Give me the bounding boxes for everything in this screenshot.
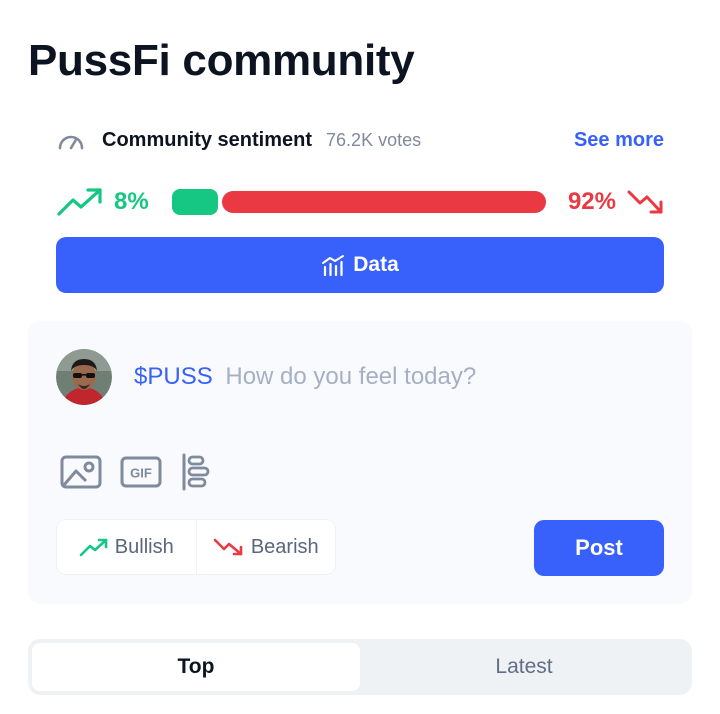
tab-latest[interactable]: Latest: [360, 643, 688, 691]
svg-text:GIF: GIF: [130, 466, 152, 481]
bullish-percent: 8%: [114, 188, 149, 215]
post-placeholder: How do you feel today?: [225, 363, 477, 390]
sentiment-bar: [172, 187, 546, 217]
trending-up-icon: [56, 187, 104, 217]
sentiment-vote-count: 76.2K votes: [326, 129, 422, 150]
sentiment-label: Community sentiment: [102, 128, 313, 151]
tab-top[interactable]: Top: [32, 643, 360, 691]
feed-tabs: Top Latest: [28, 639, 692, 695]
bearish-percent: 92%: [567, 188, 616, 215]
gauge-icon: [56, 129, 86, 151]
poll-icon[interactable]: [180, 453, 210, 491]
bar-chart-icon: [321, 254, 345, 276]
see-more-link[interactable]: See more: [574, 129, 664, 152]
data-button[interactable]: Data: [56, 237, 664, 293]
post-input[interactable]: $PUSS How do you feel today?: [134, 363, 476, 391]
bearish-bar-fill: [222, 191, 546, 213]
post-button[interactable]: Post: [534, 520, 664, 576]
trending-up-icon: [79, 538, 108, 557]
bullish-button[interactable]: Bullish: [57, 520, 196, 574]
bearish-label: Bearish: [250, 535, 319, 558]
sentiment-vote-group: Bullish Bearish: [56, 519, 336, 575]
sentiment-bar-row: 8% 92%: [56, 182, 664, 222]
image-icon[interactable]: [60, 455, 102, 489]
page-title: PussFi community: [28, 36, 415, 85]
sentiment-header: Community sentiment 76.2K votes See more: [56, 124, 664, 156]
gif-icon[interactable]: GIF: [120, 455, 162, 489]
ticker-tag: $PUSS: [134, 363, 213, 390]
post-composer: $PUSS How do you feel today? GIF Bullish…: [28, 321, 692, 604]
bullish-label: Bullish: [114, 535, 174, 558]
data-button-label: Data: [353, 253, 399, 276]
trending-down-icon: [213, 538, 243, 556]
bearish-button[interactable]: Bearish: [195, 520, 336, 574]
composer-tools: GIF: [60, 453, 228, 491]
avatar[interactable]: [56, 349, 112, 405]
trending-down-icon: [626, 187, 664, 217]
bullish-bar-fill: [172, 189, 218, 215]
